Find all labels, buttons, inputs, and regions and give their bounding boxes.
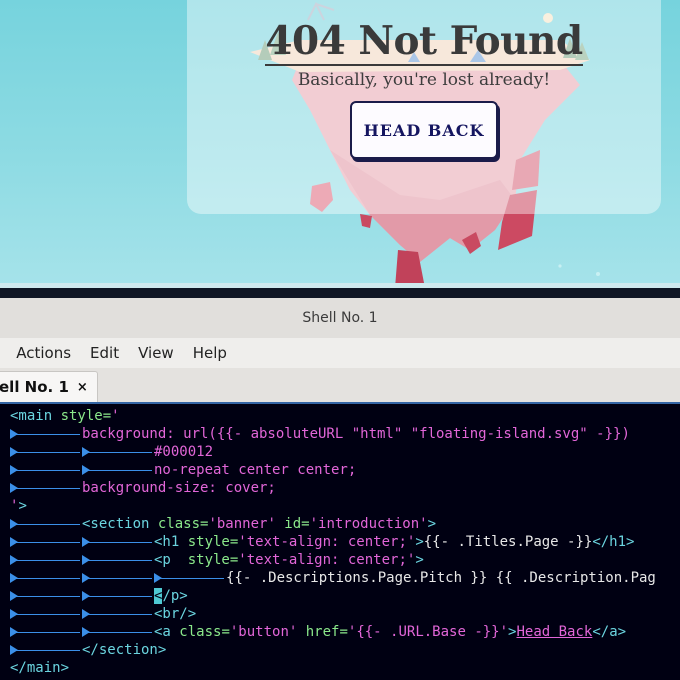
code-token: /p> (162, 588, 188, 604)
tab-arrow-icon (82, 569, 154, 587)
tab-arrow-icon (10, 623, 82, 641)
code-token: {{- .Titles.Page -}} (423, 534, 593, 550)
tab-arrow-icon (82, 461, 154, 479)
code-line: </section> (10, 641, 166, 659)
code-token: </h1> (592, 534, 635, 550)
code-token: 'banner' (208, 516, 285, 532)
code-token: id= (284, 516, 310, 532)
terminal-tabbar: ell No. 1 × (0, 368, 680, 403)
code-line: background-size: cover; (10, 479, 276, 497)
tab-arrow-icon (82, 443, 154, 461)
menu-item-edit[interactable]: Edit (90, 344, 119, 362)
code-token: > (415, 552, 424, 568)
code-token: no-repeat center center; (154, 462, 357, 478)
terminal-editor-area[interactable]: <main style=' background: url({{- absolut… (0, 404, 680, 680)
code-token: Head Back (516, 624, 593, 640)
code-token: <p (154, 552, 188, 568)
code-line: #000012 (10, 443, 213, 461)
page-title-text: 404 Not Found (265, 18, 583, 66)
code-token: ' (111, 408, 120, 424)
code-token: {{- .Descriptions.Page.Pitch }} {{ .Desc… (226, 570, 656, 586)
menu-item-help[interactable]: Help (193, 344, 227, 362)
code-token: background-size: cover; (82, 480, 276, 496)
page-pitch-text: Basically, you're lost already! (297, 70, 551, 90)
code-line: no-repeat center center; (10, 461, 356, 479)
tab-arrow-icon (10, 533, 82, 551)
code-token: > (415, 534, 424, 550)
tab-arrow-icon (10, 569, 82, 587)
code-line: background: url({{- absoluteURL "html" "… (10, 425, 630, 443)
code-token: 'introduction' (309, 516, 428, 532)
tab-arrow-icon (82, 551, 154, 569)
code-token: '{{- .URL.Base -}}' (347, 624, 509, 640)
code-line: </p> (10, 587, 188, 605)
terminal-titlebar[interactable]: Shell No. 1 (0, 298, 680, 338)
webpage-viewport: 404 Not Found Basically, you're lost alr… (0, 0, 680, 288)
code-token: > (427, 516, 437, 532)
code-token: class= (157, 516, 209, 532)
tab-arrow-icon (10, 515, 82, 533)
code-line: <p style='text-align: center;'> (10, 551, 424, 569)
menu-item-actions[interactable]: Actions (16, 344, 71, 362)
tab-arrow-icon (10, 641, 82, 659)
tab-arrow-icon (10, 425, 82, 443)
code-token: <main (10, 408, 61, 424)
code-token: style= (187, 552, 239, 568)
tab-arrow-icon (82, 605, 154, 623)
page-title: 404 Not Found (187, 18, 661, 66)
tab-shell-1[interactable]: ell No. 1 × (0, 371, 98, 402)
tab-arrow-icon (10, 461, 82, 479)
menu-item-view[interactable]: View (138, 344, 174, 362)
code-token: 'text-align: center;' (238, 552, 416, 568)
terminal-menubar: e Actions Edit View Help (0, 338, 680, 368)
tab-arrow-icon (10, 479, 82, 497)
tab-label: ell No. 1 (0, 378, 69, 396)
code-token: href= (305, 624, 348, 640)
tab-arrow-icon (154, 569, 226, 587)
code-token: 'button' (229, 624, 306, 640)
code-token: class= (179, 624, 230, 640)
tab-arrow-icon (10, 443, 82, 461)
code-token: style= (187, 534, 239, 550)
close-icon[interactable]: × (77, 380, 88, 395)
code-token: </main> (10, 660, 70, 676)
code-token: 'text-align: center;' (238, 534, 416, 550)
code-token: background: url({{- absoluteURL "html" "… (82, 426, 630, 442)
code-line: <h1 style='text-align: center;'>{{- .Tit… (10, 533, 634, 551)
code-line: {{- .Descriptions.Page.Pitch }} {{ .Desc… (10, 569, 656, 587)
head-back-button[interactable]: HEAD BACK (350, 101, 498, 159)
code-token: </section> (82, 642, 167, 658)
code-line: <section class='banner' id='introduction… (10, 515, 436, 533)
tab-arrow-icon (82, 587, 154, 605)
tab-arrow-icon (10, 551, 82, 569)
tab-arrow-icon (10, 587, 82, 605)
code-token: style= (60, 408, 112, 424)
desktop-background-strip (0, 288, 680, 298)
code-line: <main style=' (10, 407, 120, 425)
tab-arrow-icon (82, 533, 154, 551)
code-token: > (18, 498, 27, 514)
code-line: <a class='button' href='{{- .URL.Base -}… (10, 623, 626, 641)
terminal-window-title: Shell No. 1 (302, 310, 378, 326)
code-token: <br/> (154, 606, 197, 622)
code-line: <br/> (10, 605, 196, 623)
tab-arrow-icon (82, 623, 154, 641)
code-line: '> (10, 497, 27, 515)
code-token: <h1 (154, 534, 188, 550)
code-token: </a> (592, 624, 627, 640)
tab-arrow-icon (10, 605, 82, 623)
code-token: <section (82, 516, 158, 532)
code-token: #000012 (154, 444, 214, 460)
code-token: <a (154, 624, 180, 640)
code-line: </main> (10, 659, 69, 677)
